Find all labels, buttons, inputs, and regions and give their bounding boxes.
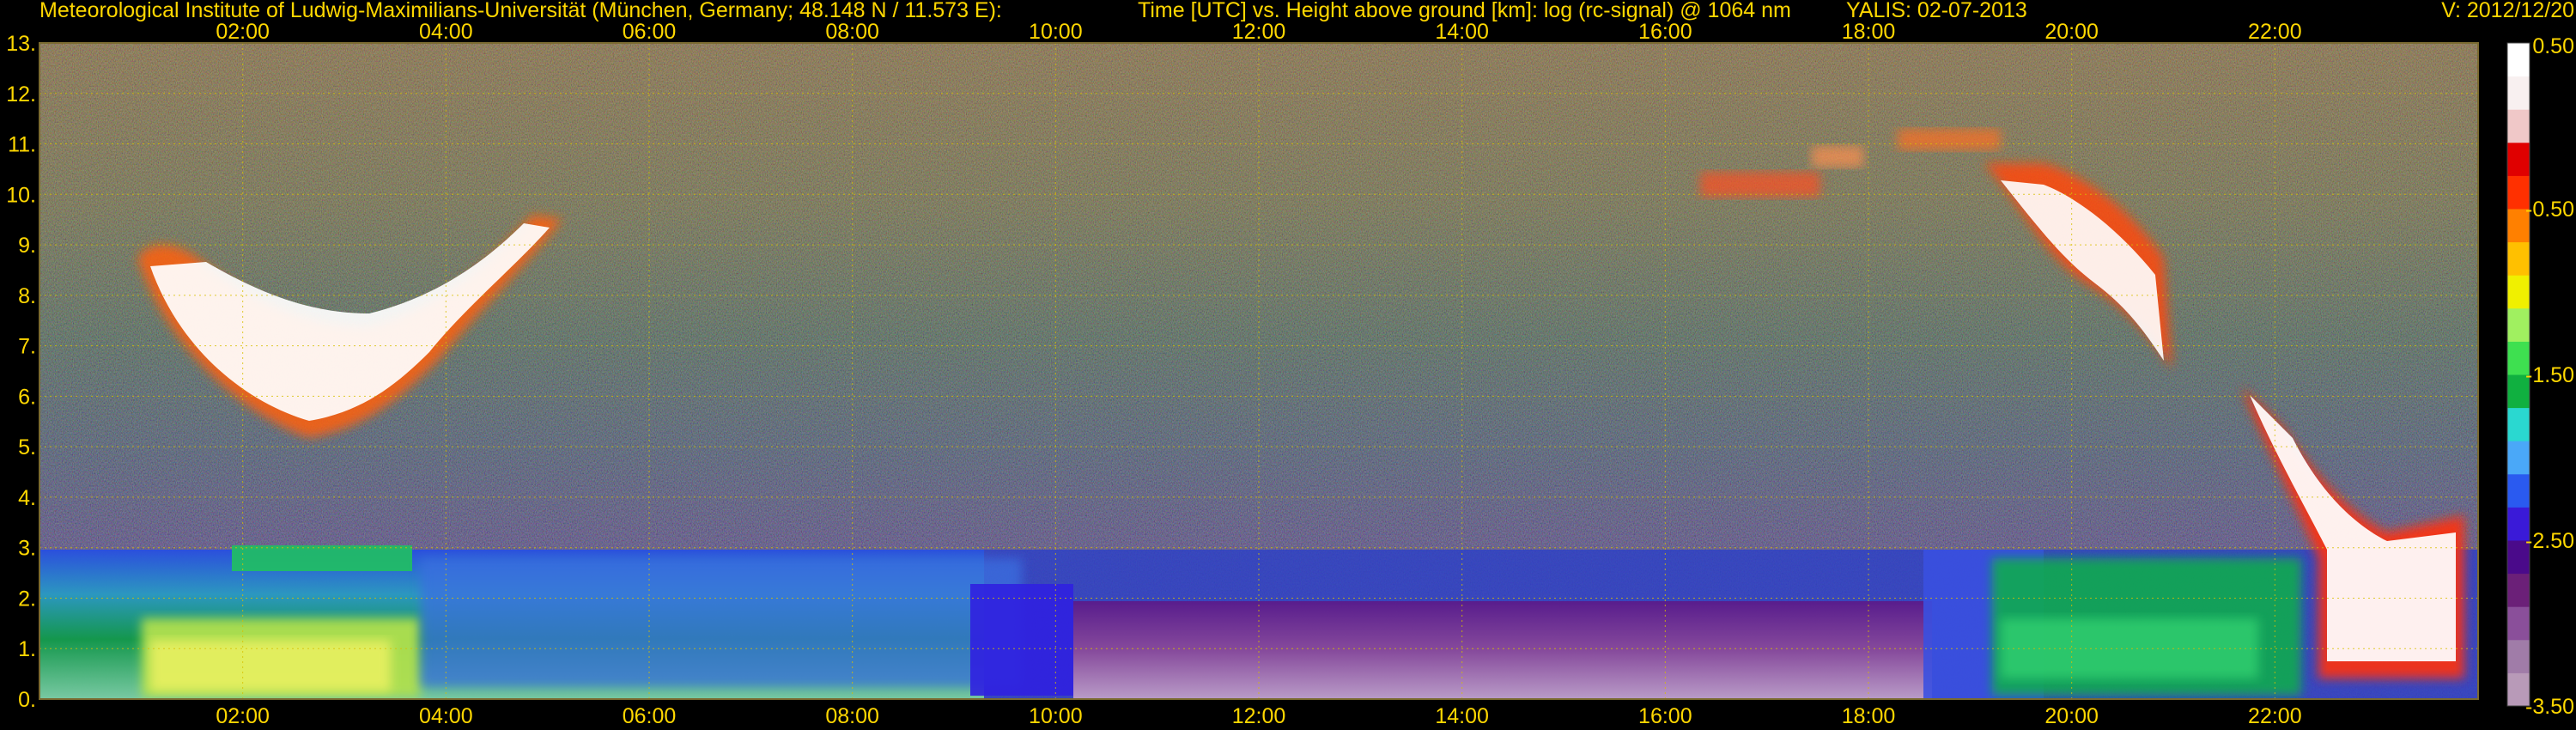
x-tick-label-bottom: 10:00: [1029, 704, 1083, 728]
x-tick-label-bottom: 22:00: [2248, 704, 2302, 728]
y-ticks: 0. 1. 2. 3. 4. 5. 6. 7. 8. 9. 10. 11. 12. 13.: [6, 32, 36, 712]
x-tick-label-bottom: 04:00: [419, 704, 473, 728]
colorbar-tick-label: -2.50: [2525, 529, 2574, 553]
colorbar-swatch: [2507, 573, 2530, 607]
x-tick-label-bottom: 14:00: [1435, 704, 1489, 728]
y-tick-label: 2.: [18, 587, 36, 611]
lidar-chart: Meteorological Institute of Ludwig-Maxim…: [6, 0, 2574, 728]
x-tick-label-top: 14:00: [1435, 20, 1489, 44]
x-ticks-top: 02:00 04:00 06:00 08:00 10:00 12:00 14:00 16:00…: [216, 20, 2301, 44]
colorbar-swatch: [2507, 76, 2530, 110]
x-tick-label-top: 20:00: [2044, 20, 2099, 44]
colorbar-swatch: [2507, 275, 2530, 309]
x-tick-label-top: 22:00: [2248, 20, 2302, 44]
x-tick-label-bottom: 16:00: [1638, 704, 1692, 728]
boundary-layer: [39, 545, 2478, 699]
y-tick-label: 5.: [18, 435, 36, 459]
y-tick-label: 7.: [18, 335, 36, 359]
x-tick-label-top: 02:00: [216, 20, 270, 44]
x-tick-label-bottom: 08:00: [825, 704, 879, 728]
x-tick-label-top: 16:00: [1638, 20, 1692, 44]
x-tick-label-top: 10:00: [1029, 20, 1083, 44]
y-tick-label: 1.: [18, 637, 36, 661]
colorbar-swatch: [2507, 606, 2530, 641]
y-tick-label: 4.: [18, 486, 36, 510]
y-tick-label: 10.: [6, 183, 36, 207]
colorbar-swatch: [2507, 639, 2530, 673]
colorbar-ticks: 0.50 -0.50 -1.50 -2.50 -3.50: [2525, 34, 2574, 719]
y-tick-label: 13.: [6, 32, 36, 56]
x-tick-label-bottom: 18:00: [1842, 704, 1896, 728]
colorbar-tick-label: -0.50: [2525, 198, 2574, 222]
x-tick-label-bottom: 02:00: [216, 704, 270, 728]
colorbar-tick-label: -1.50: [2525, 363, 2574, 387]
x-tick-label-bottom: 06:00: [623, 704, 677, 728]
colorbar-swatch: [2507, 407, 2530, 441]
y-tick-label: 8.: [18, 284, 36, 308]
x-tick-label-top: 08:00: [825, 20, 879, 44]
colorbar-swatch: [2507, 473, 2530, 508]
y-tick-label: 11.: [8, 133, 36, 157]
y-tick-label: 12.: [6, 82, 36, 106]
y-tick-label: 0.: [18, 688, 36, 712]
x-tick-label-top: 18:00: [1842, 20, 1896, 44]
x-tick-label-bottom: 20:00: [2044, 704, 2099, 728]
x-tick-label-top: 12:00: [1232, 20, 1286, 44]
header-version: V: 2012/12/20: [2441, 0, 2574, 22]
y-tick-label: 9.: [18, 234, 36, 258]
x-tick-label-top: 04:00: [419, 20, 473, 44]
colorbar-swatch: [2507, 109, 2530, 143]
x-tick-label-top: 06:00: [623, 20, 677, 44]
colorbar-swatch: [2507, 43, 2530, 77]
colorbar-tick-label: 0.50: [2532, 34, 2574, 58]
colorbar-swatch: [2507, 441, 2530, 475]
colorbar-swatch: [2507, 307, 2530, 342]
colorbar-tick-label: -3.50: [2525, 695, 2574, 719]
y-tick-label: 6.: [18, 385, 36, 409]
colorbar-swatch: [2507, 241, 2530, 276]
x-ticks-bottom: 02:00 04:00 06:00 08:00 10:00 12:00 14:00 16:00…: [216, 704, 2301, 728]
y-tick-label: 3.: [18, 537, 36, 561]
colorbar-swatch: [2507, 142, 2530, 176]
x-tick-label-bottom: 12:00: [1232, 704, 1286, 728]
